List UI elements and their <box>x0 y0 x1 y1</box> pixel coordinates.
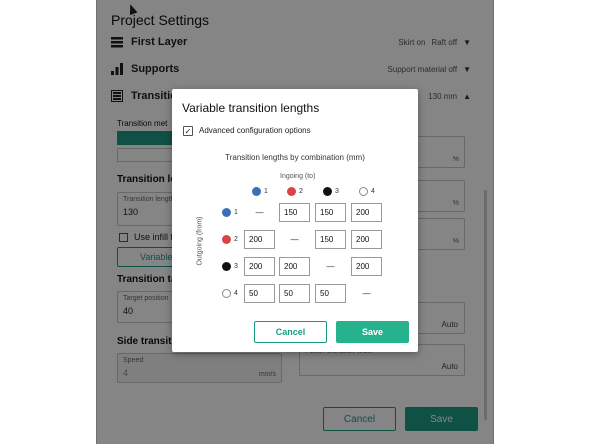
column-header-1: 1 <box>252 187 268 196</box>
matrix-cell-4-3[interactable]: 50 <box>315 284 346 303</box>
matrix-cell-3-4[interactable]: 200 <box>351 257 382 276</box>
column-header-2: 2 <box>287 187 303 196</box>
extruder-dot-icon <box>359 187 368 196</box>
matrix-cell-1-3[interactable]: 150 <box>315 203 346 222</box>
column-number: 2 <box>299 188 303 195</box>
matrix-cell-4-1[interactable]: 50 <box>244 284 275 303</box>
dialog-title: Variable transition lengths <box>182 101 320 115</box>
row-number: 3 <box>234 263 238 270</box>
extruder-dot-icon <box>222 235 231 244</box>
matrix-cell-1-2[interactable]: 150 <box>279 203 310 222</box>
variable-transition-dialog: Variable transition lengths ✓ Advanced c… <box>172 89 418 352</box>
row-number: 2 <box>234 236 238 243</box>
row-number: 4 <box>234 290 238 297</box>
advanced-options-checkbox[interactable]: ✓ <box>183 126 193 136</box>
column-header-4: 4 <box>359 187 375 196</box>
matrix-dash: — <box>326 262 335 271</box>
row-header-3: 3 <box>222 262 238 271</box>
matrix-dash: — <box>255 208 264 217</box>
dialog-save-button[interactable]: Save <box>336 321 409 343</box>
matrix-cell-2-4[interactable]: 200 <box>351 230 382 249</box>
column-number: 3 <box>335 188 339 195</box>
matrix-dash: — <box>290 235 299 244</box>
column-number: 4 <box>371 188 375 195</box>
row-number: 1 <box>234 209 238 216</box>
extruder-dot-icon <box>222 262 231 271</box>
dialog-cancel-button[interactable]: Cancel <box>254 321 327 343</box>
matrix-subtitle: Transition lengths by combination (mm) <box>225 153 365 162</box>
advanced-options-label: Advanced configuration options <box>199 126 311 135</box>
row-header-4: 4 <box>222 289 238 298</box>
column-header-3: 3 <box>323 187 339 196</box>
column-number: 1 <box>264 188 268 195</box>
matrix-dash: — <box>362 289 371 298</box>
row-header-2: 2 <box>222 235 238 244</box>
matrix-cell-2-1[interactable]: 200 <box>244 230 275 249</box>
checkmark-icon: ✓ <box>184 126 192 136</box>
extruder-dot-icon <box>287 187 296 196</box>
matrix-cell-4-2[interactable]: 50 <box>279 284 310 303</box>
matrix-cell-3-2[interactable]: 200 <box>279 257 310 276</box>
extruder-dot-icon <box>222 208 231 217</box>
extruder-dot-icon <box>252 187 261 196</box>
matrix-cell-3-1[interactable]: 200 <box>244 257 275 276</box>
extruder-dot-icon <box>323 187 332 196</box>
matrix-cell-1-4[interactable]: 200 <box>351 203 382 222</box>
ingoing-label: Ingoing (to) <box>280 173 316 180</box>
outgoing-label: Outgoing (from) <box>196 216 204 266</box>
row-header-1: 1 <box>222 208 238 217</box>
matrix-cell-2-3[interactable]: 150 <box>315 230 346 249</box>
extruder-dot-icon <box>222 289 231 298</box>
